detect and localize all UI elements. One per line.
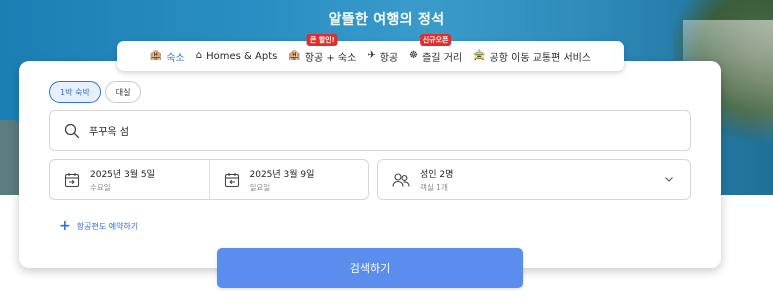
checkout-weekday: 일요일 bbox=[249, 182, 271, 192]
activities-icon: ☸ bbox=[409, 50, 419, 61]
flight-hotel-icon: 🏨 bbox=[288, 50, 301, 61]
stay-type-dayuse-pill[interactable]: 대실 bbox=[104, 81, 142, 103]
hotel-icon: 🏨 bbox=[149, 50, 163, 61]
car-icon: 🚖 bbox=[473, 50, 486, 61]
tab-badge: 큰 할인! bbox=[306, 33, 338, 46]
tab-homes-apts[interactable]: ⌂ Homes & Apts bbox=[196, 51, 278, 62]
add-flight-label: 항공편도 예약하기 bbox=[76, 221, 139, 231]
tab-airport-transfer[interactable]: 🚖 공항 이동 교통편 서비스 bbox=[473, 49, 591, 64]
home-icon: ⌂ bbox=[195, 50, 203, 61]
destination-input[interactable] bbox=[89, 125, 649, 136]
guests-summary: 성인 2명 bbox=[420, 169, 454, 180]
tab-hotels[interactable]: 🏨 숙소 bbox=[150, 49, 185, 64]
tab-label: 즐길 거리 bbox=[422, 52, 463, 64]
tab-activities[interactable]: 신규오픈 ☸ 즐길 거리 bbox=[409, 33, 463, 64]
search-card: 1박 숙박 대실 2025년 3월 5일 수요일 bbox=[19, 61, 721, 268]
tab-label: 항공 bbox=[379, 52, 399, 64]
tab-flight-hotel[interactable]: 큰 할인! 🏨 항공 + 숙소 bbox=[288, 33, 357, 64]
rooms-summary: 객실 1개 bbox=[420, 182, 448, 192]
tab-label: 공항 이동 교통편 서비스 bbox=[489, 52, 592, 64]
guests-rooms-selector[interactable]: 성인 2명 객실 1개 bbox=[377, 159, 691, 200]
stay-type-overnight-pill[interactable]: 1박 숙박 bbox=[49, 81, 101, 103]
tab-label: 숙소 bbox=[166, 52, 185, 64]
plus-icon: + bbox=[59, 218, 71, 234]
checkout-date: 2025년 3월 9일 bbox=[249, 169, 315, 180]
chevron-down-icon bbox=[665, 177, 673, 182]
checkin-weekday: 수요일 bbox=[90, 182, 111, 192]
tab-flights[interactable]: ✈ 항공 bbox=[367, 49, 398, 64]
calendar-checkin-icon bbox=[64, 172, 80, 187]
checkin-date-field[interactable]: 2025년 3월 5일 수요일 bbox=[50, 160, 209, 199]
destination-search-field[interactable] bbox=[49, 110, 691, 151]
search-button[interactable]: 검색하기 bbox=[217, 248, 523, 288]
airplane-icon: ✈ bbox=[367, 50, 376, 61]
checkout-date-field[interactable]: 2025년 3월 9일 일요일 bbox=[208, 160, 369, 199]
product-tabs: 🏨 숙소 ⌂ Homes & Apts 큰 할인! 🏨 항공 + 숙소 ✈ 항공… bbox=[117, 33, 624, 71]
hero-title: 알뜰한 여행의 정석 bbox=[328, 12, 445, 28]
tab-label: Homes & Apts bbox=[206, 50, 278, 62]
tab-label: 항공 + 숙소 bbox=[304, 52, 357, 64]
people-icon bbox=[392, 172, 410, 187]
tab-badge: 신규오픈 bbox=[419, 33, 452, 46]
search-icon bbox=[64, 123, 80, 138]
add-flight-link[interactable]: + 항공편도 예약하기 bbox=[59, 219, 138, 233]
checkin-date: 2025년 3월 5일 bbox=[90, 169, 155, 180]
date-range-picker: 2025년 3월 5일 수요일 2025년 3월 9일 일요일 bbox=[49, 159, 369, 200]
calendar-checkout-icon bbox=[224, 172, 239, 187]
stay-type-toggle: 1박 숙박 대실 bbox=[49, 81, 142, 103]
